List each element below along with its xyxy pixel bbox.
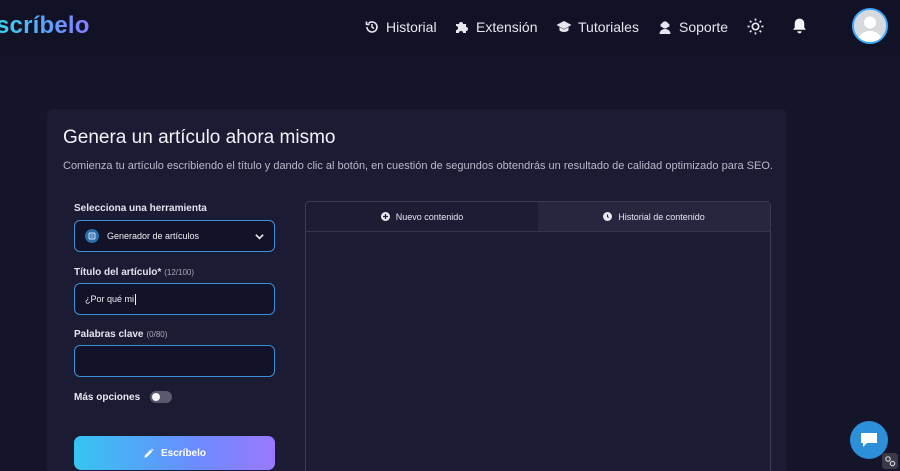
more-options-row: Más opciones (74, 391, 173, 403)
top-navbar: scríbelo Historial Extensión Tutoriales … (0, 0, 900, 56)
puzzle-icon (456, 22, 468, 33)
brand-logo[interactable]: scríbelo (0, 12, 90, 40)
nav-item-tutoriales[interactable]: Tutoriales (556, 17, 639, 37)
more-options-toggle[interactable] (150, 391, 173, 403)
notifications-bell-icon[interactable] (791, 17, 808, 35)
nav-label: Soporte (679, 19, 729, 35)
user-silhouette-icon (854, 10, 886, 42)
nav-label: Extensión (476, 19, 538, 35)
keywords-input[interactable] (74, 345, 275, 377)
content-tabs: Nuevo contenido Historial de contenido (306, 202, 770, 232)
tool-select-value: Generador de artículos (107, 231, 200, 241)
keywords-field-label-text: Palabras clave (74, 329, 144, 340)
nav-label: Historial (386, 19, 437, 35)
graduation-cap-icon (556, 21, 572, 32)
tab-nuevo-contenido[interactable]: Nuevo contenido (306, 202, 538, 231)
page-title: Genera un artículo ahora mismo (63, 127, 336, 148)
tab-label: Historial de contenido (618, 211, 705, 222)
toggle-knob (152, 393, 161, 401)
chat-bubble-icon (861, 433, 877, 447)
nav-item-soporte[interactable]: Soporte (657, 17, 728, 37)
pencil-icon (144, 448, 154, 458)
nav-item-historial[interactable]: Historial (364, 17, 437, 37)
nav-label: Tutoriales (578, 19, 639, 35)
clock-icon (603, 212, 613, 221)
tool-select-label: Selecciona una herramienta (74, 203, 207, 214)
nav-item-extension[interactable]: Extensión (454, 17, 537, 37)
title-field-label-text: Título del artículo* (74, 267, 162, 278)
article-tool-icon (85, 229, 99, 243)
plus-circle-icon (380, 212, 390, 221)
chevron-down-icon (255, 234, 264, 240)
article-title-input[interactable]: ¿Por qué mi (74, 283, 275, 315)
tab-historial-de-contenido[interactable]: Historial de contenido (538, 202, 770, 231)
tab-label: Nuevo contenido (395, 211, 464, 222)
theme-toggle-sun-icon[interactable] (747, 18, 764, 35)
user-avatar[interactable] (852, 8, 888, 44)
text-cursor (135, 293, 137, 305)
write-article-button-label: Escríbelo (160, 447, 207, 459)
content-output-area (306, 232, 770, 471)
corner-widget-icon[interactable] (882, 453, 898, 469)
tool-select[interactable]: Generador de artículos (74, 220, 275, 252)
write-article-button[interactable]: Escríbelo (74, 436, 275, 470)
keywords-field-label: Palabras clave (0/80) (74, 329, 167, 340)
history-icon (365, 21, 378, 33)
article-generator-card: Genera un artículo ahora mismo Comienza … (47, 109, 787, 471)
tool-select-label-text: Selecciona una herramienta (74, 203, 207, 214)
page-description: Comienza tu artículo escribiendo el títu… (63, 160, 773, 172)
keywords-char-count: (0/80) (146, 330, 168, 339)
content-panel: Nuevo contenido Historial de contenido (305, 201, 771, 471)
title-field-label: Título del artículo* (12/100) (74, 267, 194, 278)
more-options-label: Más opciones (74, 391, 141, 403)
support-agent-icon (659, 21, 671, 34)
article-title-value: ¿Por qué mi (85, 294, 135, 304)
title-char-count: (12/100) (164, 268, 195, 277)
